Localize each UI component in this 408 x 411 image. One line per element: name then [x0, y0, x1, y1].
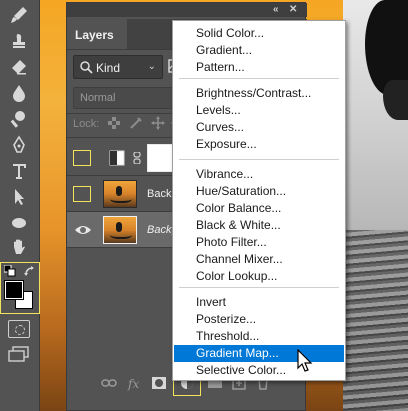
droplet-icon: [13, 85, 25, 102]
mouse-cursor-icon: [297, 349, 313, 372]
search-icon: [80, 61, 93, 74]
blur-tool[interactable]: [6, 82, 32, 104]
menu-item-selective-color[interactable]: Selective Color...: [174, 362, 344, 379]
menu-item-exposure[interactable]: Exposure...: [174, 136, 344, 153]
menu-item-brightness-contrast[interactable]: Brightness/Contrast...: [174, 85, 344, 102]
tab-layers[interactable]: Layers: [67, 19, 127, 49]
stamp-icon: [13, 34, 25, 48]
arrow-cursor-icon: [15, 189, 24, 205]
add-mask-icon[interactable]: [151, 375, 167, 391]
ellipse-icon: [12, 218, 26, 228]
lock-position-icon[interactable]: [151, 116, 165, 130]
adjustment-layer-icon: [109, 150, 125, 166]
visibility-highlight-box: [73, 150, 91, 166]
brush-tool[interactable]: [6, 4, 32, 26]
dodge-icon: [10, 111, 25, 128]
visibility-toggle[interactable]: [67, 176, 99, 212]
swap-colors-icon[interactable]: [23, 265, 37, 279]
visibility-highlight-box: [73, 186, 91, 202]
foreground-color-swatch[interactable]: [4, 280, 24, 300]
menu-item-gradient-map[interactable]: Gradient Map...: [174, 345, 344, 362]
eraser-tool[interactable]: [6, 56, 32, 78]
menu-item-posterize[interactable]: Posterize...: [174, 311, 344, 328]
hand-icon: [14, 239, 25, 254]
menu-item-photo-filter[interactable]: Photo Filter...: [174, 234, 344, 251]
color-swatches[interactable]: [0, 262, 40, 314]
filter-kind-select[interactable]: Kind ⌄: [73, 55, 163, 79]
collapse-panel-icon[interactable]: «: [273, 4, 279, 15]
document-canvas-bw-preview: [343, 0, 408, 411]
eraser-icon: [12, 60, 26, 75]
visibility-toggle[interactable]: [67, 212, 99, 248]
menu-item-color-lookup[interactable]: Color Lookup...: [174, 268, 344, 285]
quick-mask-button[interactable]: [8, 320, 30, 338]
lock-row: Lock:: [73, 115, 185, 135]
menu-item-threshold[interactable]: Threshold...: [174, 328, 344, 345]
menu-item-black-white[interactable]: Black & White...: [174, 217, 344, 234]
menu-item-channel-mixer[interactable]: Channel Mixer...: [174, 251, 344, 268]
lock-image-pixels-icon[interactable]: [129, 116, 143, 130]
type-icon: [13, 164, 26, 179]
hand-tool[interactable]: [6, 236, 32, 258]
waves-texture: [343, 230, 408, 411]
chevron-down-icon: ⌄: [147, 61, 156, 72]
layer-thumbnail[interactable]: [103, 216, 137, 244]
dodge-tool[interactable]: [6, 108, 32, 130]
blend-mode-select[interactable]: Normal: [73, 87, 175, 109]
pen-icon: [13, 135, 25, 153]
menu-item-pattern[interactable]: Pattern...: [174, 59, 344, 76]
new-adjustment-layer-menu: Solid Color... Gradient... Pattern... Brigh…: [172, 20, 346, 381]
screen-mode-icon[interactable]: [8, 346, 30, 362]
fx-icon[interactable]: fx: [127, 375, 143, 391]
menu-separator: [179, 159, 339, 160]
menu-item-curves[interactable]: Curves...: [174, 119, 344, 136]
shape-tool[interactable]: [6, 212, 32, 234]
menu-separator: [179, 78, 339, 79]
lock-transparent-pixels-icon[interactable]: [107, 116, 121, 130]
svg-text:fx: fx: [127, 377, 139, 391]
bike-shape: [110, 229, 132, 239]
type-tool[interactable]: [6, 160, 32, 182]
menu-item-color-balance[interactable]: Color Balance...: [174, 200, 344, 217]
pen-tool[interactable]: [6, 134, 32, 156]
mask-link-icon[interactable]: [133, 152, 141, 164]
menu-separator: [179, 287, 339, 288]
menu-item-gradient[interactable]: Gradient...: [174, 42, 344, 59]
layer-thumbnail[interactable]: [103, 180, 137, 208]
menu-item-invert[interactable]: Invert: [174, 294, 344, 311]
brush-icon: [11, 7, 27, 23]
eye-icon[interactable]: [74, 224, 92, 236]
filter-kind-value: Kind: [96, 61, 121, 75]
default-colors-icon[interactable]: [4, 265, 16, 277]
lock-label: Lock:: [73, 118, 100, 130]
path-selection-tool[interactable]: [6, 186, 32, 208]
visibility-toggle[interactable]: [67, 140, 99, 176]
menu-item-hue-saturation[interactable]: Hue/Saturation...: [174, 183, 344, 200]
link-layers-icon[interactable]: [101, 375, 117, 391]
menu-item-vibrance[interactable]: Vibrance...: [174, 166, 344, 183]
tools-bar: [0, 0, 40, 411]
bike-shape: [110, 193, 132, 203]
menu-item-solid-color[interactable]: Solid Color...: [174, 25, 344, 42]
menu-item-levels[interactable]: Levels...: [174, 102, 344, 119]
panel-title-bar[interactable]: « ✕: [67, 3, 307, 17]
close-panel-icon[interactable]: ✕: [289, 4, 297, 15]
clone-stamp-tool[interactable]: [6, 30, 32, 52]
silhouette-shape-2: [383, 80, 408, 120]
